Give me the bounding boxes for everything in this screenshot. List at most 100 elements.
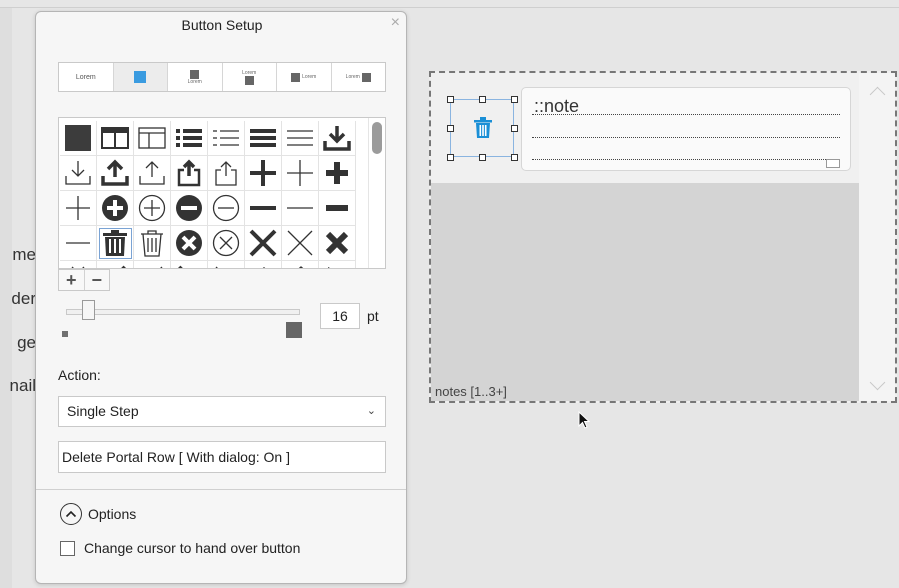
- action-select-value: Single Step: [67, 403, 139, 419]
- options-label: Options: [88, 506, 137, 522]
- icon-cell[interactable]: [171, 191, 208, 226]
- x-heavy-icon: [325, 231, 349, 255]
- icon-cell[interactable]: [97, 191, 134, 226]
- style-icon-bottom[interactable]: Lorem: [223, 63, 277, 91]
- icon-cell[interactable]: [245, 226, 282, 261]
- icon-cell[interactable]: [97, 226, 134, 261]
- icon-cell[interactable]: [97, 261, 134, 268]
- icon-add-remove: + −: [58, 269, 110, 291]
- icon-cell[interactable]: [282, 261, 319, 268]
- plus-bold-icon: [250, 160, 276, 186]
- resize-handle-icon[interactable]: [826, 159, 840, 168]
- style-icon-right[interactable]: Lorem: [332, 63, 386, 91]
- icon-cell[interactable]: [60, 156, 97, 191]
- icon-cell[interactable]: [245, 261, 282, 268]
- icon-cell[interactable]: [171, 156, 208, 191]
- selection-handle[interactable]: [447, 154, 454, 161]
- selection-handle[interactable]: [479, 154, 486, 161]
- x-circle-outline-icon: [212, 229, 240, 257]
- selection-handle[interactable]: [511, 96, 518, 103]
- icon-grid-scrollbar[interactable]: [368, 118, 385, 268]
- add-icon-button[interactable]: +: [59, 270, 85, 290]
- scroll-thumb[interactable]: [372, 122, 382, 154]
- script-step-field[interactable]: Delete Portal Row [ With dialog: On ]: [58, 441, 386, 473]
- field-label-image: ge: [17, 333, 36, 352]
- portal-scrollbar[interactable]: [859, 73, 895, 401]
- chevron-up-icon[interactable]: [60, 503, 82, 525]
- style-label: Lorem: [345, 74, 360, 80]
- icon-cell[interactable]: [171, 226, 208, 261]
- icon-cell[interactable]: [60, 261, 97, 268]
- cursor-hand-option[interactable]: Change cursor to hand over button: [60, 540, 300, 556]
- style-label: Lorem: [302, 74, 317, 80]
- scroll-down-icon[interactable]: [869, 374, 886, 391]
- button-style-selector[interactable]: Lorem Lorem Lorem Lorem Lorem: [58, 62, 386, 92]
- selection-handle[interactable]: [479, 96, 486, 103]
- icon-size-input[interactable]: 16: [320, 303, 360, 329]
- minus-circle-fill-icon: [176, 195, 202, 221]
- icon-cell[interactable]: [134, 191, 171, 226]
- icon-cell[interactable]: [97, 156, 134, 191]
- icon-cell[interactable]: [208, 121, 245, 156]
- cursor-hand-checkbox[interactable]: [60, 540, 75, 556]
- icon-cell[interactable]: [319, 156, 356, 191]
- selection-handle[interactable]: [447, 125, 454, 132]
- note-line: [532, 137, 840, 138]
- blue-square-icon: [134, 71, 147, 83]
- icon-cell[interactable]: [282, 121, 319, 156]
- table-header-icon: [101, 127, 129, 149]
- notes-portal[interactable]: ::note notes [1..3+]: [429, 71, 897, 403]
- icon-grid-cells[interactable]: [60, 121, 356, 268]
- list-bold-icon: [176, 129, 202, 147]
- icon-cell[interactable]: [208, 156, 245, 191]
- icon-cell[interactable]: [319, 261, 356, 268]
- icon-cell[interactable]: [171, 261, 208, 268]
- icon-cell[interactable]: [60, 121, 97, 156]
- icon-grid[interactable]: [58, 117, 386, 269]
- note-field[interactable]: ::note: [521, 87, 851, 171]
- icon-cell[interactable]: [245, 156, 282, 191]
- style-text-only[interactable]: Lorem: [59, 63, 114, 91]
- icon-size-slider[interactable]: [66, 300, 300, 320]
- icon-cell[interactable]: [134, 226, 171, 261]
- scroll-up-icon[interactable]: [869, 86, 886, 103]
- slider-knob[interactable]: [82, 300, 95, 320]
- icon-cell[interactable]: [282, 156, 319, 191]
- icon-cell[interactable]: [245, 121, 282, 156]
- selection-handle[interactable]: [511, 154, 518, 161]
- plus-light-icon: [66, 196, 90, 220]
- cursor-hand-label: Change cursor to hand over button: [84, 540, 301, 556]
- remove-icon-button[interactable]: −: [85, 270, 110, 290]
- field-label-email: nail: [9, 376, 36, 395]
- style-icon-top[interactable]: Lorem: [168, 63, 223, 91]
- field-label-order: der: [11, 289, 36, 308]
- icon-cell[interactable]: [282, 191, 319, 226]
- delete-row-button[interactable]: [447, 96, 518, 161]
- icon-cell[interactable]: [319, 226, 356, 261]
- icon-cell[interactable]: [208, 261, 245, 268]
- icon-cell[interactable]: [60, 226, 97, 261]
- x-thin-icon: [287, 230, 313, 256]
- icon-cell[interactable]: [282, 226, 319, 261]
- selection-handle[interactable]: [511, 125, 518, 132]
- icon-cell[interactable]: [319, 191, 356, 226]
- icon-cell[interactable]: [171, 121, 208, 156]
- style-icon-left[interactable]: Lorem: [277, 63, 332, 91]
- action-select[interactable]: Single Step ⌄: [58, 396, 386, 427]
- close-icon[interactable]: ×: [391, 14, 400, 32]
- icon-cell[interactable]: [134, 156, 171, 191]
- icon-cell[interactable]: [134, 121, 171, 156]
- icon-cell[interactable]: [245, 191, 282, 226]
- trash-icon: [474, 117, 492, 138]
- icon-cell[interactable]: [208, 191, 245, 226]
- icon-cell[interactable]: [60, 191, 97, 226]
- style-label: Lorem: [75, 73, 96, 81]
- icon-cell[interactable]: [319, 121, 356, 156]
- icon-cell[interactable]: [134, 261, 171, 268]
- field-label-name: me: [12, 245, 36, 264]
- selection-handle[interactable]: [447, 96, 454, 103]
- icon-cell[interactable]: [208, 226, 245, 261]
- options-toggle[interactable]: Options: [60, 502, 136, 526]
- style-icon-only[interactable]: [113, 63, 168, 91]
- icon-cell[interactable]: [97, 121, 134, 156]
